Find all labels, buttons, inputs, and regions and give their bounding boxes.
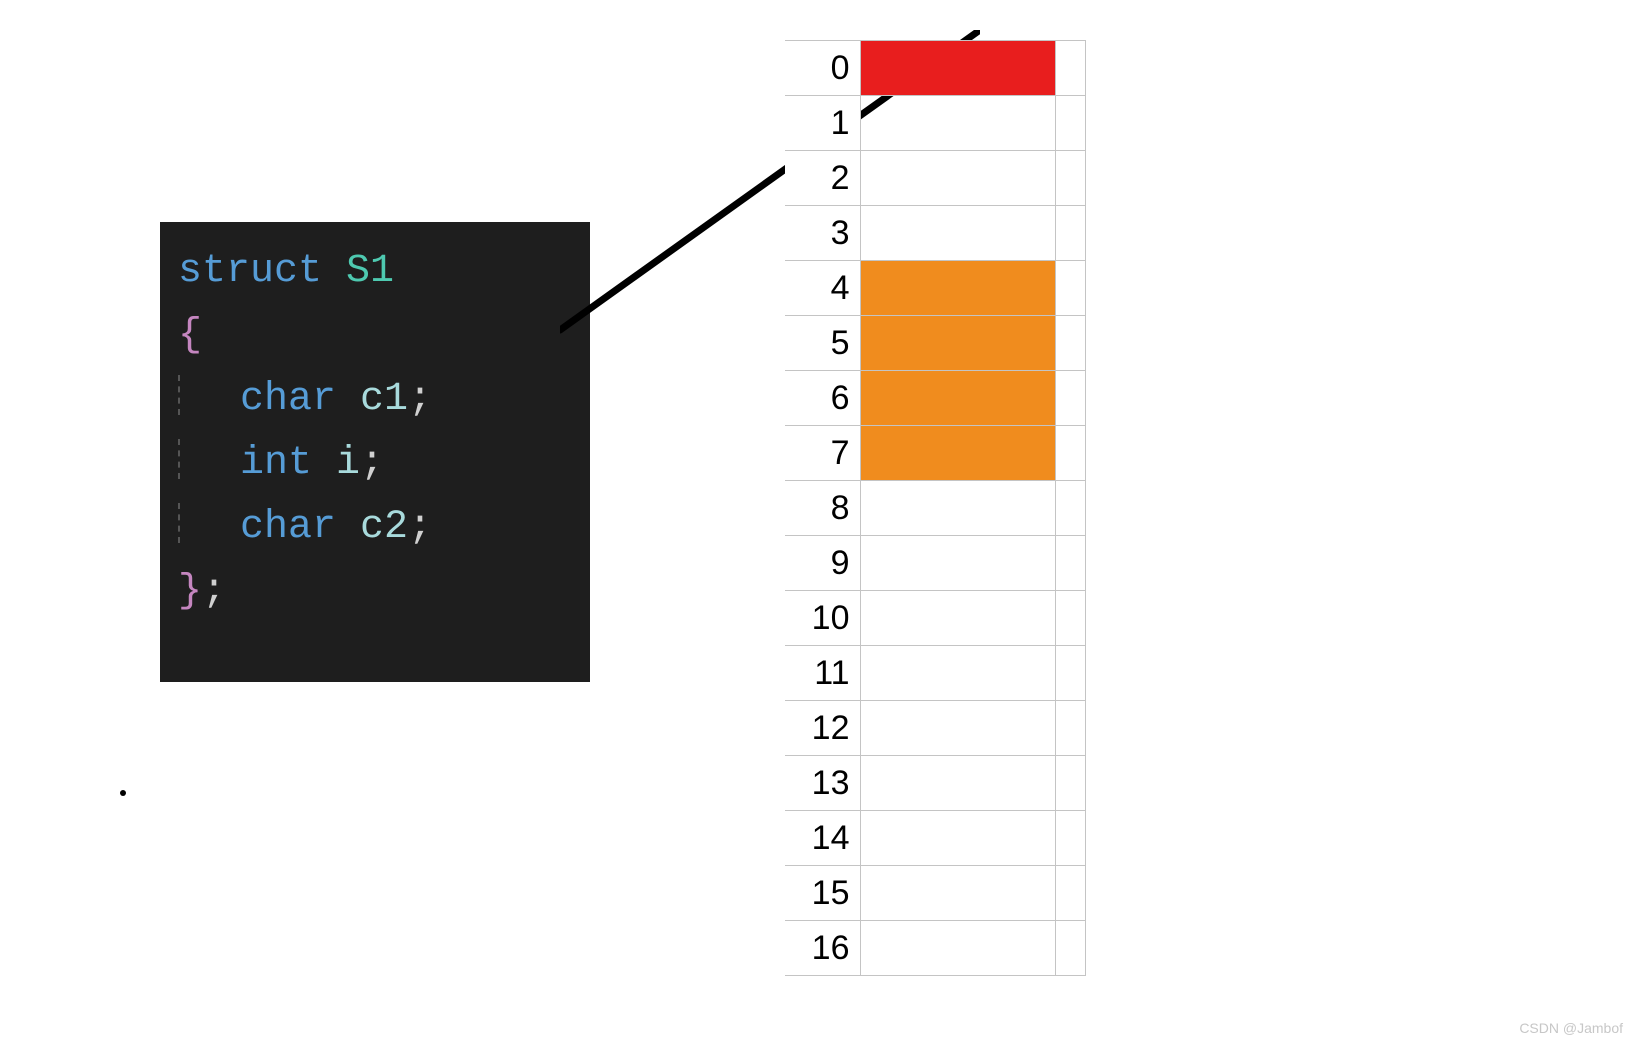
byte-cell	[860, 371, 1055, 426]
trailing-cell	[1055, 756, 1085, 811]
table-row: 16	[785, 921, 1085, 976]
byte-cell	[860, 591, 1055, 646]
keyword-struct: struct	[178, 249, 322, 294]
byte-cell	[860, 866, 1055, 921]
code-line-brace-open: {	[178, 304, 578, 368]
byte-index: 1	[785, 96, 860, 151]
byte-index: 16	[785, 921, 860, 976]
code-line-member: char c1;	[178, 368, 578, 432]
table-row: 11	[785, 646, 1085, 701]
table-row: 9	[785, 536, 1085, 591]
table-row: 1	[785, 96, 1085, 151]
table-row: 12	[785, 701, 1085, 756]
table-row: 0	[785, 41, 1085, 96]
byte-index: 3	[785, 206, 860, 261]
byte-cell	[860, 701, 1055, 756]
trailing-cell	[1055, 921, 1085, 976]
byte-index: 12	[785, 701, 860, 756]
trailing-cell	[1055, 426, 1085, 481]
code-line-struct: struct S1	[178, 240, 578, 304]
byte-index: 2	[785, 151, 860, 206]
trailing-cell	[1055, 811, 1085, 866]
type-name: S1	[346, 249, 394, 294]
byte-cell	[860, 921, 1055, 976]
byte-index: 5	[785, 316, 860, 371]
table-row: 13	[785, 756, 1085, 811]
watermark-text: CSDN @Jambof	[1519, 1020, 1623, 1036]
byte-index: 7	[785, 426, 860, 481]
code-line-member: int i;	[178, 432, 578, 496]
trailing-cell	[1055, 481, 1085, 536]
code-block: struct S1 { char c1; int i; char c2; };	[160, 222, 590, 682]
table-row: 3	[785, 206, 1085, 261]
table-row: 4	[785, 261, 1085, 316]
trailing-cell	[1055, 536, 1085, 591]
byte-index: 15	[785, 866, 860, 921]
trailing-cell	[1055, 701, 1085, 756]
trailing-cell	[1055, 371, 1085, 426]
table-row: 10	[785, 591, 1085, 646]
byte-index: 11	[785, 646, 860, 701]
byte-cell	[860, 481, 1055, 536]
trailing-cell	[1055, 866, 1085, 921]
trailing-cell	[1055, 151, 1085, 206]
table-row: 6	[785, 371, 1085, 426]
trailing-cell	[1055, 261, 1085, 316]
byte-cell	[860, 96, 1055, 151]
table-row: 14	[785, 811, 1085, 866]
byte-cell	[860, 206, 1055, 261]
table-row: 15	[785, 866, 1085, 921]
trailing-cell	[1055, 41, 1085, 96]
trailing-cell	[1055, 96, 1085, 151]
byte-cell	[860, 811, 1055, 866]
trailing-cell	[1055, 316, 1085, 371]
table-row: 7	[785, 426, 1085, 481]
byte-index: 6	[785, 371, 860, 426]
table-row: 8	[785, 481, 1085, 536]
byte-index: 14	[785, 811, 860, 866]
code-line-member: char c2;	[178, 496, 578, 560]
byte-index: 4	[785, 261, 860, 316]
table-row: 2	[785, 151, 1085, 206]
stray-dot	[120, 790, 126, 796]
byte-index: 8	[785, 481, 860, 536]
byte-cell	[860, 756, 1055, 811]
memory-layout-table: 012345678910111213141516	[785, 40, 1086, 976]
trailing-cell	[1055, 206, 1085, 261]
byte-index: 10	[785, 591, 860, 646]
byte-cell	[860, 536, 1055, 591]
byte-cell	[860, 261, 1055, 316]
byte-cell	[860, 41, 1055, 96]
byte-index: 13	[785, 756, 860, 811]
trailing-cell	[1055, 591, 1085, 646]
code-line-brace-close: };	[178, 560, 578, 624]
byte-cell	[860, 426, 1055, 481]
byte-cell	[860, 316, 1055, 371]
table-row: 5	[785, 316, 1085, 371]
trailing-cell	[1055, 646, 1085, 701]
byte-cell	[860, 646, 1055, 701]
byte-cell	[860, 151, 1055, 206]
byte-index: 0	[785, 41, 860, 96]
byte-index: 9	[785, 536, 860, 591]
